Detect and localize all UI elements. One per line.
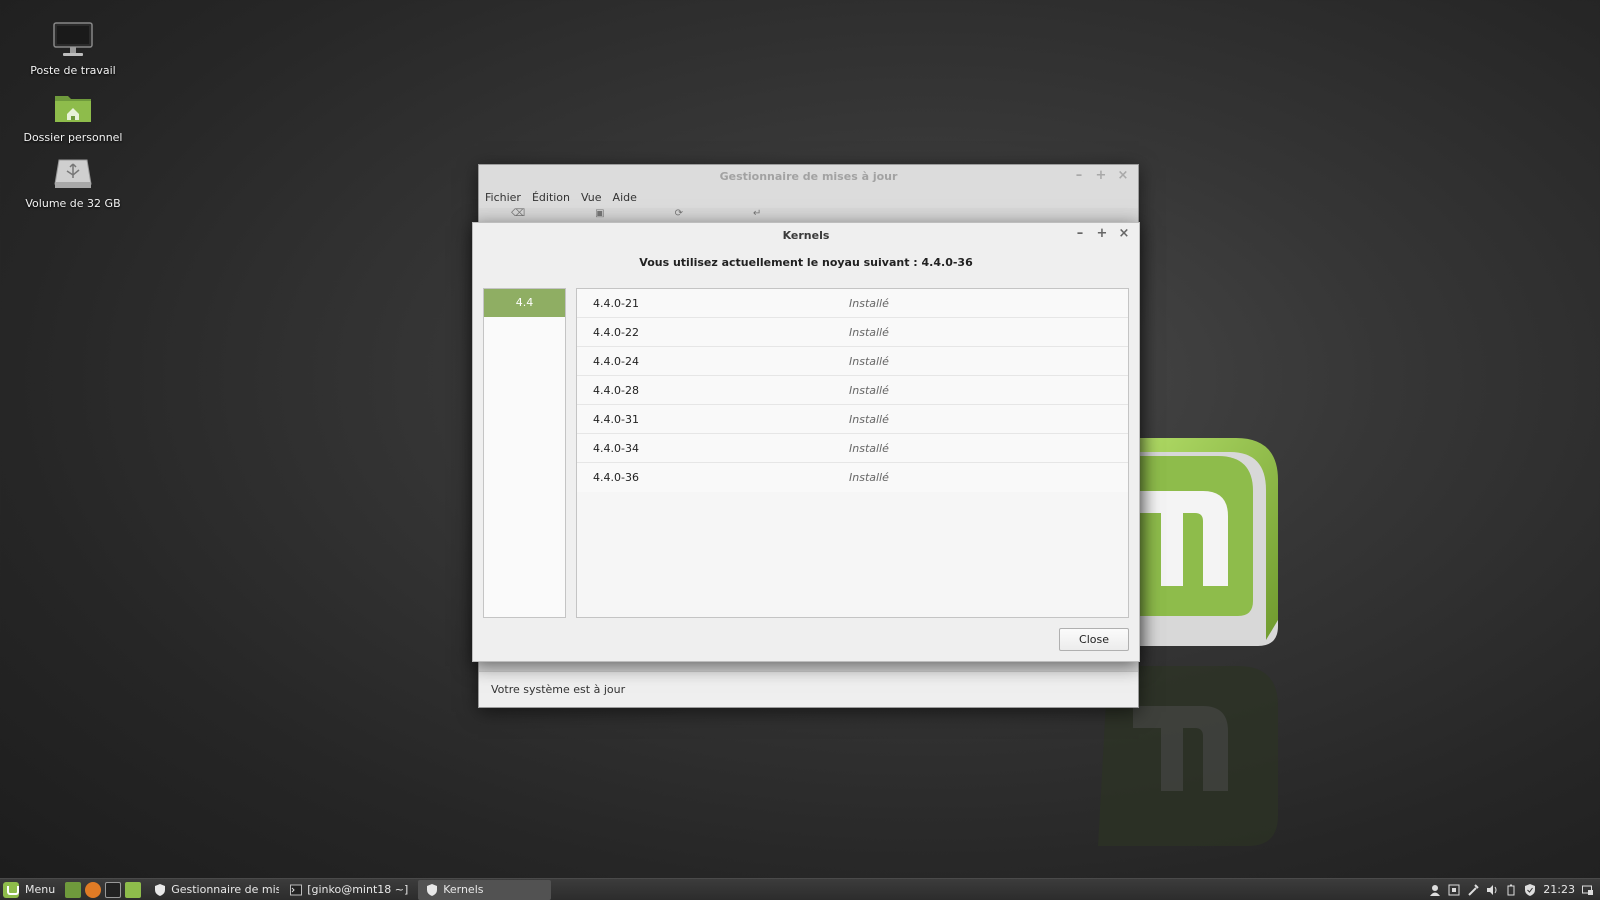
close-window-button[interactable]: × bbox=[1117, 227, 1131, 241]
kernel-version: 4.4.0-24 bbox=[593, 354, 639, 368]
kernel-series-list: 4.4 bbox=[483, 288, 566, 618]
mint-logo-icon bbox=[3, 881, 19, 898]
desktop-icon-label: Poste de travail bbox=[30, 64, 116, 77]
kernel-status: Installé bbox=[849, 325, 889, 339]
menu-vue[interactable]: Vue bbox=[581, 191, 602, 204]
start-menu-button[interactable]: Menu bbox=[0, 879, 63, 900]
clock[interactable]: 21:23 bbox=[1543, 883, 1575, 896]
files-icon[interactable] bbox=[125, 881, 142, 898]
system-tray: 21:23 bbox=[1429, 883, 1600, 896]
terminal-launcher-icon[interactable] bbox=[105, 881, 122, 898]
update-shield-icon[interactable] bbox=[1524, 883, 1536, 896]
taskbar: Menu Gestionnaire de mis... [ginko@mint1… bbox=[0, 878, 1600, 900]
menubar: Fichier Édition Vue Aide bbox=[479, 187, 1138, 208]
kernel-status: Installé bbox=[849, 296, 889, 310]
desktop-icon-home[interactable]: Dossier personnel bbox=[18, 87, 128, 144]
kernel-version: 4.4.0-22 bbox=[593, 325, 639, 339]
show-desktop-icon[interactable] bbox=[65, 881, 82, 898]
kernels-window: Kernels – + × Vous utilisez actuellement… bbox=[472, 222, 1140, 662]
current-kernel-label: Vous utilisez actuellement le noyau suiv… bbox=[639, 256, 973, 269]
desktop-icon-usb[interactable]: Volume de 32 GB bbox=[18, 153, 128, 210]
menu-aide[interactable]: Aide bbox=[613, 191, 637, 204]
close-window-button[interactable]: × bbox=[1116, 169, 1130, 183]
menu-edition[interactable]: Édition bbox=[532, 191, 570, 204]
task-update-manager[interactable]: Gestionnaire de mis... bbox=[146, 880, 279, 900]
desktop-icon-computer[interactable]: Poste de travail bbox=[18, 20, 128, 77]
kernel-list: 4.4.0-21 Installé 4.4.0-22 Installé 4.4.… bbox=[576, 288, 1129, 618]
status-bar: Votre système est à jour bbox=[479, 671, 1138, 707]
table-row[interactable]: 4.4.0-28 Installé bbox=[577, 376, 1128, 405]
minimize-button[interactable]: – bbox=[1073, 227, 1087, 241]
table-row[interactable]: 4.4.0-21 Installé bbox=[577, 289, 1128, 318]
settings-tool-icon[interactable] bbox=[1467, 883, 1480, 896]
table-row[interactable]: 4.4.0-22 Installé bbox=[577, 318, 1128, 347]
computer-icon bbox=[51, 20, 95, 60]
show-desktop-tray-icon[interactable] bbox=[1582, 884, 1594, 896]
home-folder-icon bbox=[51, 87, 95, 127]
maximize-button[interactable]: + bbox=[1095, 227, 1109, 241]
desktop-icon-label: Volume de 32 GB bbox=[25, 197, 121, 210]
terminal-icon bbox=[290, 884, 303, 895]
table-row[interactable]: 4.4.0-31 Installé bbox=[577, 405, 1128, 434]
usb-drive-icon bbox=[51, 153, 95, 193]
table-row[interactable]: 4.4.0-36 Installé bbox=[577, 463, 1128, 492]
kernel-version: 4.4.0-31 bbox=[593, 412, 639, 426]
table-row[interactable]: 4.4.0-24 Installé bbox=[577, 347, 1128, 376]
task-kernels[interactable]: Kernels bbox=[418, 879, 552, 900]
kernel-status: Installé bbox=[849, 354, 889, 368]
user-icon[interactable] bbox=[1429, 884, 1441, 896]
kernel-version: 4.4.0-34 bbox=[593, 441, 639, 455]
shield-icon bbox=[155, 883, 166, 896]
battery-icon[interactable] bbox=[1505, 884, 1517, 896]
task-label: Kernels bbox=[443, 883, 484, 896]
kernel-status: Installé bbox=[849, 441, 889, 455]
minimize-button[interactable]: – bbox=[1072, 169, 1086, 183]
menu-label: Menu bbox=[25, 883, 56, 896]
kernels-titlebar[interactable]: Kernels – + × bbox=[473, 223, 1139, 247]
kernel-status: Installé bbox=[849, 383, 889, 397]
table-row[interactable]: 4.4.0-34 Installé bbox=[577, 434, 1128, 463]
network-icon[interactable] bbox=[1448, 884, 1460, 896]
update-manager-titlebar[interactable]: Gestionnaire de mises à jour – + × bbox=[479, 165, 1138, 187]
kernel-status: Installé bbox=[849, 412, 889, 426]
menu-fichier[interactable]: Fichier bbox=[485, 191, 521, 204]
window-title: Gestionnaire de mises à jour bbox=[719, 169, 898, 183]
kernel-version: 4.4.0-21 bbox=[593, 296, 639, 310]
kernel-status: Installé bbox=[849, 471, 889, 484]
task-label: [ginko@mint18 ~] bbox=[307, 883, 409, 896]
shield-icon bbox=[427, 883, 438, 896]
window-title: Kernels bbox=[782, 228, 830, 242]
series-item-4-4[interactable]: 4.4 bbox=[484, 289, 565, 317]
task-terminal[interactable]: [ginko@mint18 ~] bbox=[282, 880, 415, 900]
maximize-button[interactable]: + bbox=[1094, 169, 1108, 183]
desktop-icon-label: Dossier personnel bbox=[23, 131, 123, 144]
firefox-icon[interactable] bbox=[85, 881, 102, 898]
close-button[interactable]: Close bbox=[1059, 628, 1129, 651]
task-label: Gestionnaire de mis... bbox=[171, 883, 280, 896]
kernel-version: 4.4.0-28 bbox=[593, 383, 639, 397]
volume-icon[interactable] bbox=[1486, 884, 1498, 896]
kernel-version: 4.4.0-36 bbox=[593, 471, 639, 484]
